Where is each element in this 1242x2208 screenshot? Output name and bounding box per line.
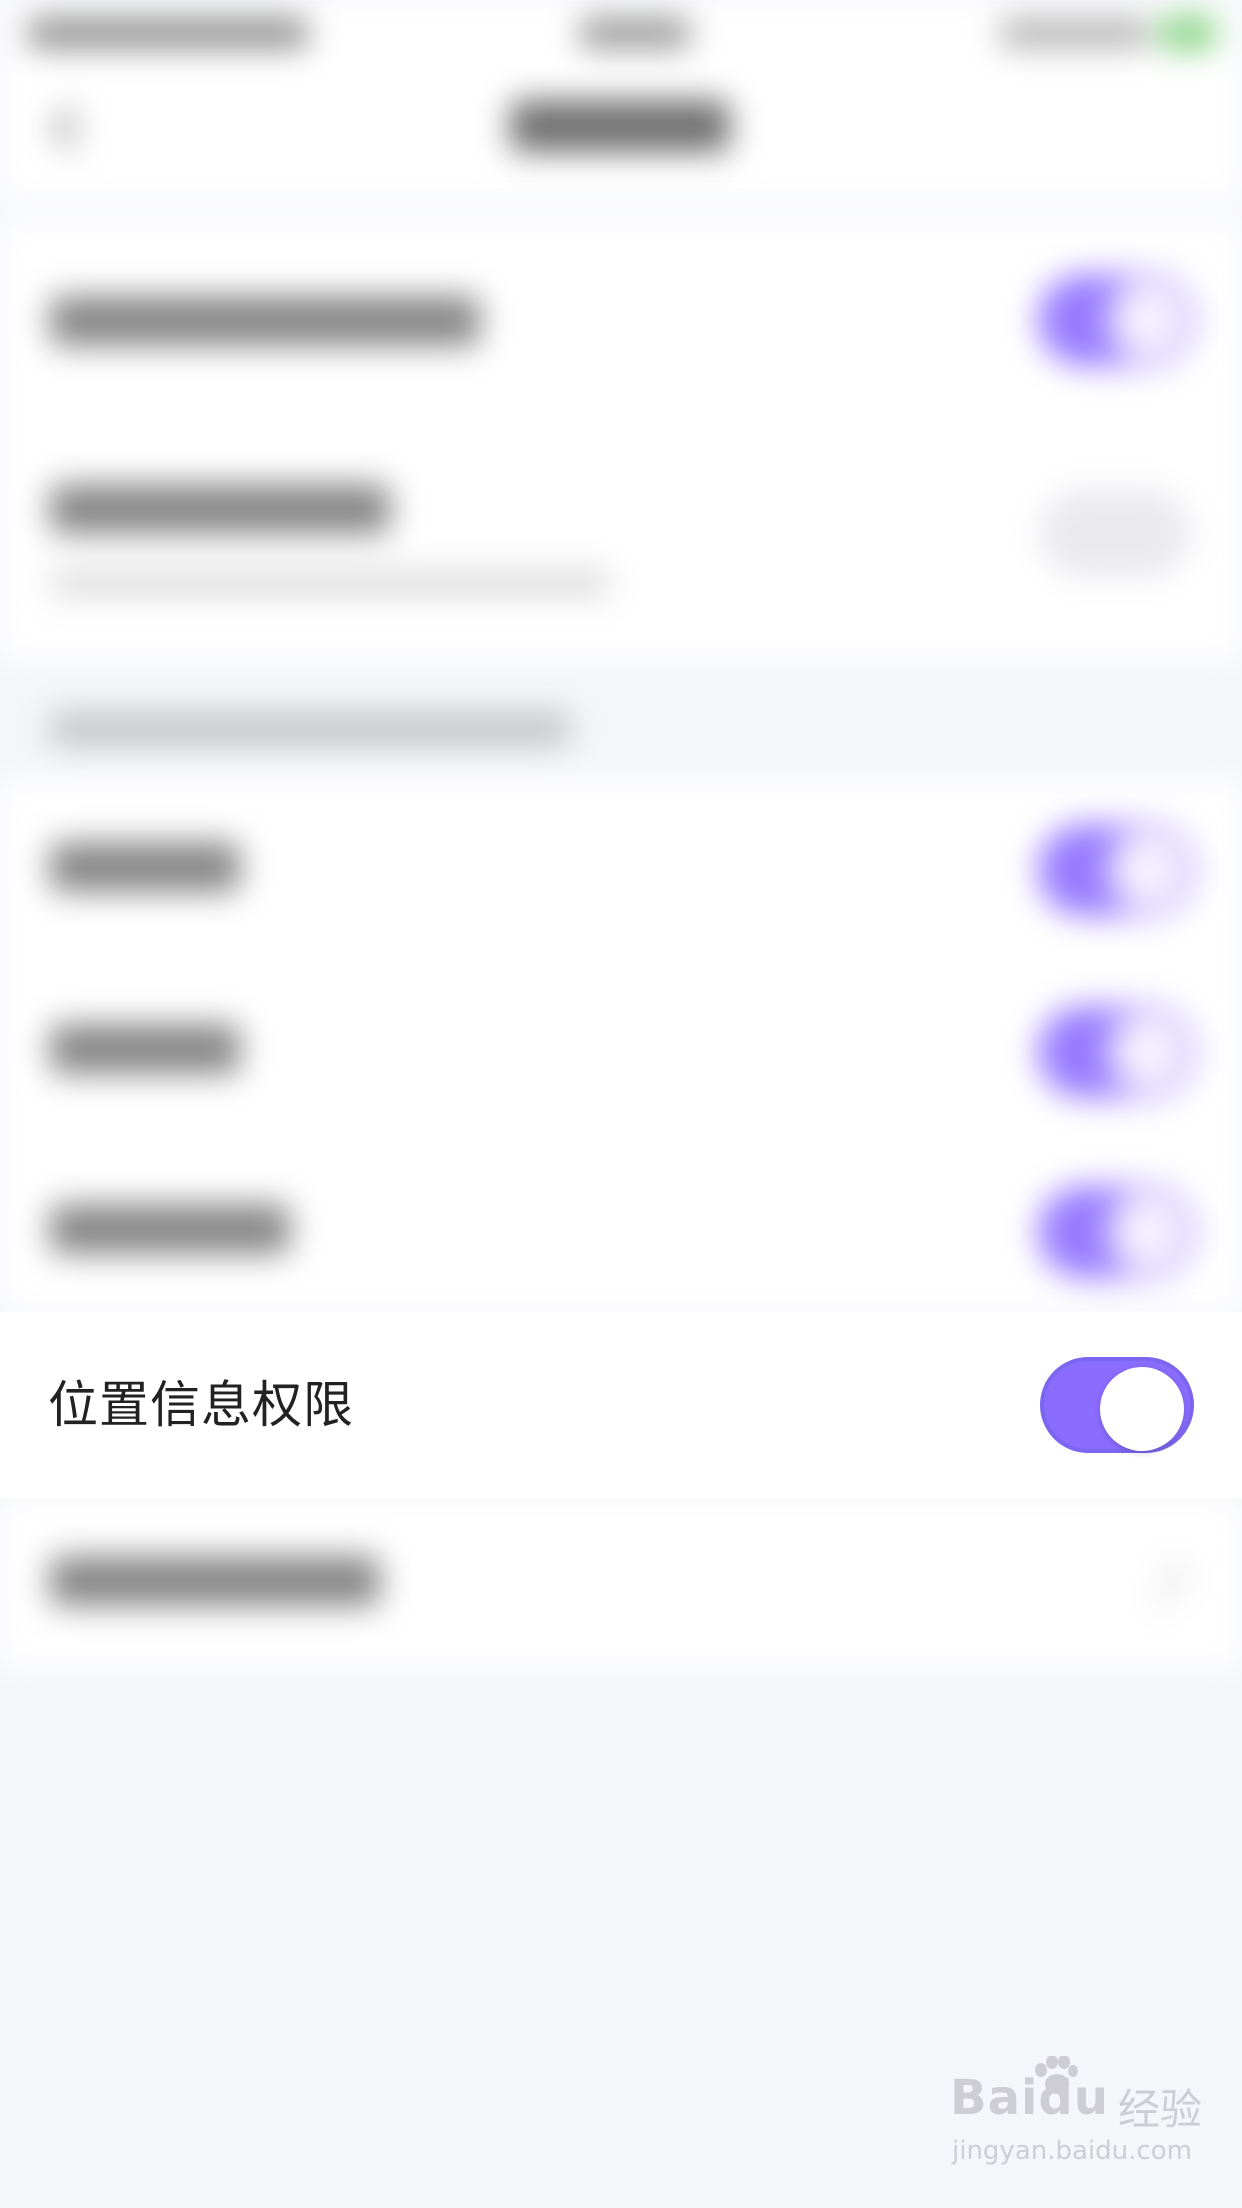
settings-row-label [50,1024,240,1074]
settings-row-7[interactable] [0,1498,1242,1668]
navigation-bar [0,64,1242,200]
settings-row-label [50,1556,380,1606]
settings-screen: 位置信息权限 Baidu 经验 jingyan.baidu.com [0,0,1242,2208]
toggle-switch[interactable] [1038,824,1194,916]
settings-group-3 [0,1498,1242,1668]
settings-row-label [50,1204,290,1254]
watermark-brand: Baidu [950,2070,1109,2126]
settings-row-5[interactable] [0,1140,1242,1312]
toggle-knob [1100,1367,1184,1451]
settings-row-label [50,484,390,534]
settings-row-label [50,842,240,892]
settings-row-1[interactable] [0,220,1242,420]
chevron-right-icon [1138,1558,1188,1608]
watermark-url: jingyan.baidu.com [952,2136,1192,2166]
section-header [0,690,1242,770]
location-permission-row[interactable]: 位置信息权限 [0,1312,1242,1498]
status-bar-carrier [28,18,308,48]
status-bar [0,0,1242,64]
location-permission-toggle[interactable] [1040,1357,1194,1453]
status-bar-time [580,18,690,48]
settings-row-3[interactable] [0,780,1242,960]
settings-group-2 [0,780,1242,1312]
location-permission-label: 位置信息权限 [48,1376,354,1434]
back-arrow-icon[interactable] [48,106,84,150]
toggle-switch[interactable] [1038,1006,1194,1098]
toggle-switch[interactable] [1038,274,1194,366]
settings-row-label [50,296,480,346]
settings-row-4[interactable] [0,960,1242,1140]
baidu-jingyan-watermark: Baidu 经验 jingyan.baidu.com [950,2056,1220,2180]
battery-icon [1160,16,1216,50]
page-title [510,100,730,152]
watermark-brand-cn: 经验 [1118,2085,1203,2134]
section-header-label [50,712,570,746]
settings-row-description [50,570,610,596]
settings-group-1 [0,220,1242,660]
settings-row-2[interactable] [0,420,1242,660]
toggle-switch[interactable] [1040,490,1190,576]
toggle-switch[interactable] [1038,1186,1194,1278]
status-bar-indicators [1000,18,1150,48]
